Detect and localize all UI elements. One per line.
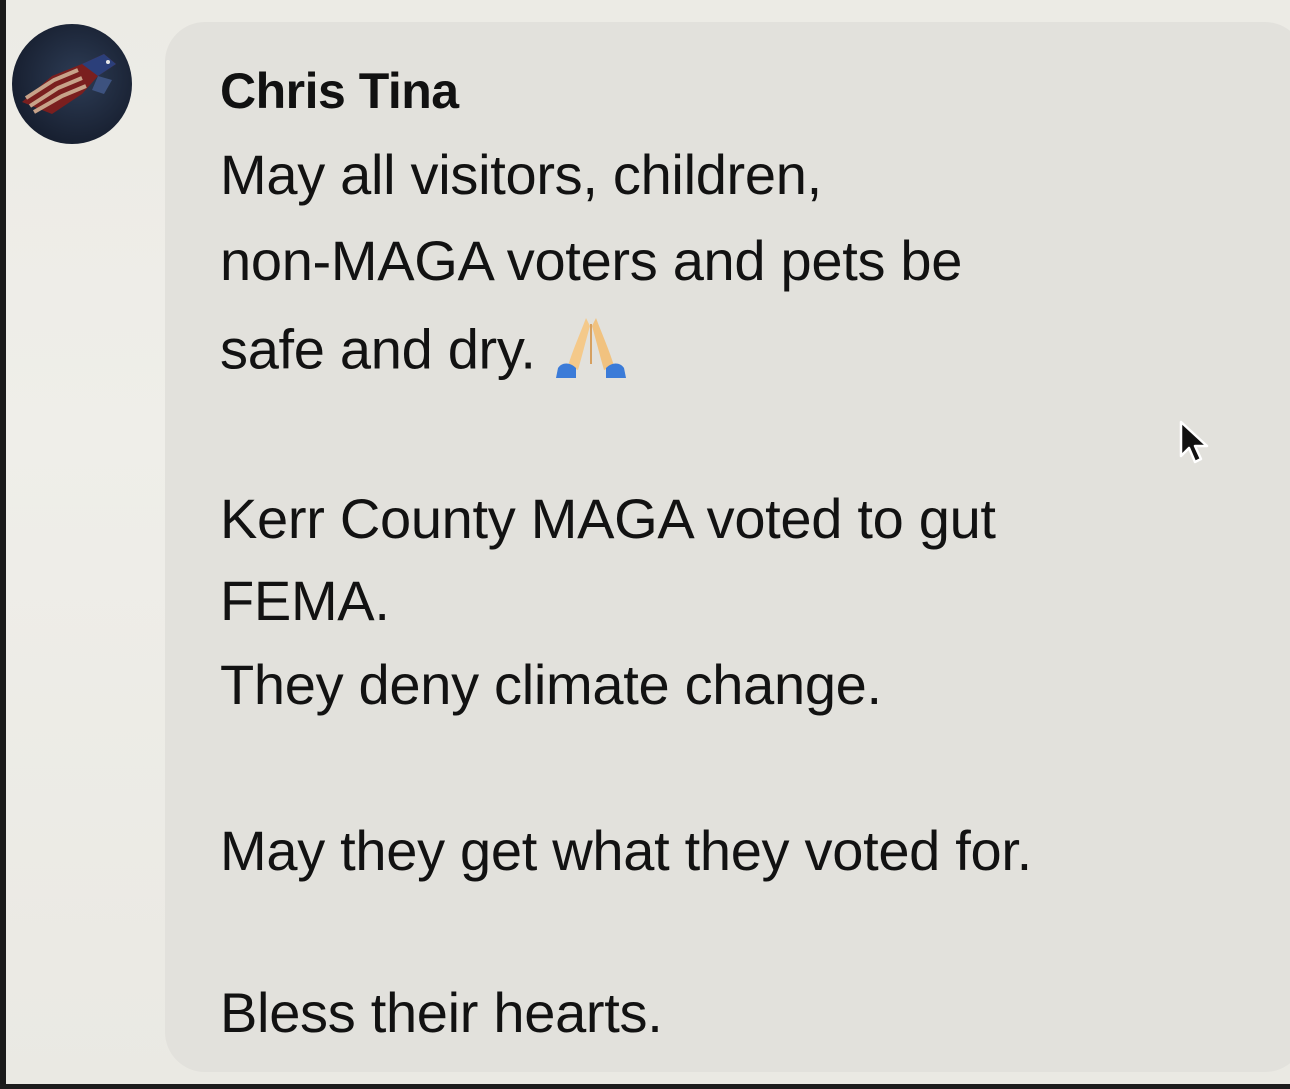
comment-line: They deny climate change.	[220, 653, 882, 716]
comment-line: May all visitors, children,	[220, 143, 822, 206]
mouse-pointer-icon	[1178, 420, 1212, 466]
folded-hands-icon	[550, 312, 632, 395]
comment-line: safe and dry.	[220, 317, 536, 381]
comment-line-with-emoji: safe and dry.	[220, 312, 632, 395]
comment-line: Kerr County MAGA voted to gut	[220, 487, 996, 550]
comment-author[interactable]: Chris Tina	[220, 62, 459, 120]
eagle-flag-avatar-icon	[22, 54, 116, 114]
comment-line: non-MAGA voters and pets be	[220, 229, 963, 292]
frame-left-edge	[0, 0, 6, 1089]
frame-bottom-edge	[0, 1084, 1290, 1089]
comment-line: Bless their hearts.	[220, 981, 663, 1044]
avatar[interactable]	[12, 24, 132, 144]
comment-line: FEMA.	[220, 569, 390, 632]
comment-line: May they get what they voted for.	[220, 819, 1032, 882]
screenshot: Chris Tina May all visitors, children, n…	[0, 0, 1290, 1089]
